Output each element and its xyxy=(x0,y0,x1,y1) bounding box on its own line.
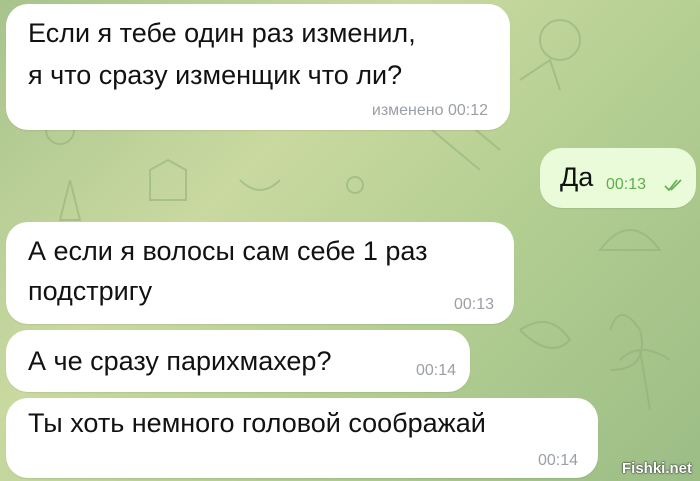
message-text-line: Ты хоть немного головой соображай xyxy=(28,408,486,438)
sun-doodle-icon xyxy=(539,19,581,61)
bottle-doodle-icon xyxy=(58,179,82,221)
fruit-doodle-icon xyxy=(609,314,643,371)
message-bubble-incoming[interactable]: А че сразу парихмахер? 00:14 xyxy=(6,330,470,392)
message-bubble-outgoing[interactable]: Да 00:13 xyxy=(540,148,696,208)
fish-doodle-icon xyxy=(519,321,572,349)
message-text-line: Если я тебе один раз изменил, xyxy=(28,18,416,48)
message-bubble-incoming[interactable]: Если я тебе один раз изменил, я что сраз… xyxy=(6,4,510,130)
cone-doodle-icon xyxy=(519,58,561,91)
message-text-line: А если я волосы сам себе 1 раз xyxy=(28,236,428,266)
message-timestamp: 00:13 xyxy=(606,176,647,193)
message-text-line: я что сразу изменщик что ли? xyxy=(28,60,403,90)
message-edited-timestamp: изменено 00:12 xyxy=(371,102,488,119)
message-bubble-incoming[interactable]: А если я волосы сам себе 1 раз подстригу… xyxy=(6,222,514,324)
watermark: Fishki.net xyxy=(621,460,692,477)
message-timestamp: 00:14 xyxy=(537,452,578,469)
message-bubble-incoming[interactable]: Ты хоть немного головой соображай 00:14 xyxy=(6,398,598,478)
message-timestamp: 00:14 xyxy=(415,362,456,379)
palm-doodle-icon xyxy=(619,349,671,411)
wave-doodle-icon xyxy=(239,179,281,191)
message-text-line: подстригу xyxy=(28,276,153,306)
message-text-line: Да xyxy=(560,162,594,192)
umbrella-doodle-icon xyxy=(597,229,663,251)
message-timestamp: 00:13 xyxy=(453,296,494,313)
bubble-doodle-icon xyxy=(346,176,364,194)
gift-doodle-icon xyxy=(149,158,187,201)
double-check-icon xyxy=(664,179,682,192)
message-text-line: А че сразу парихмахер? xyxy=(28,346,332,376)
